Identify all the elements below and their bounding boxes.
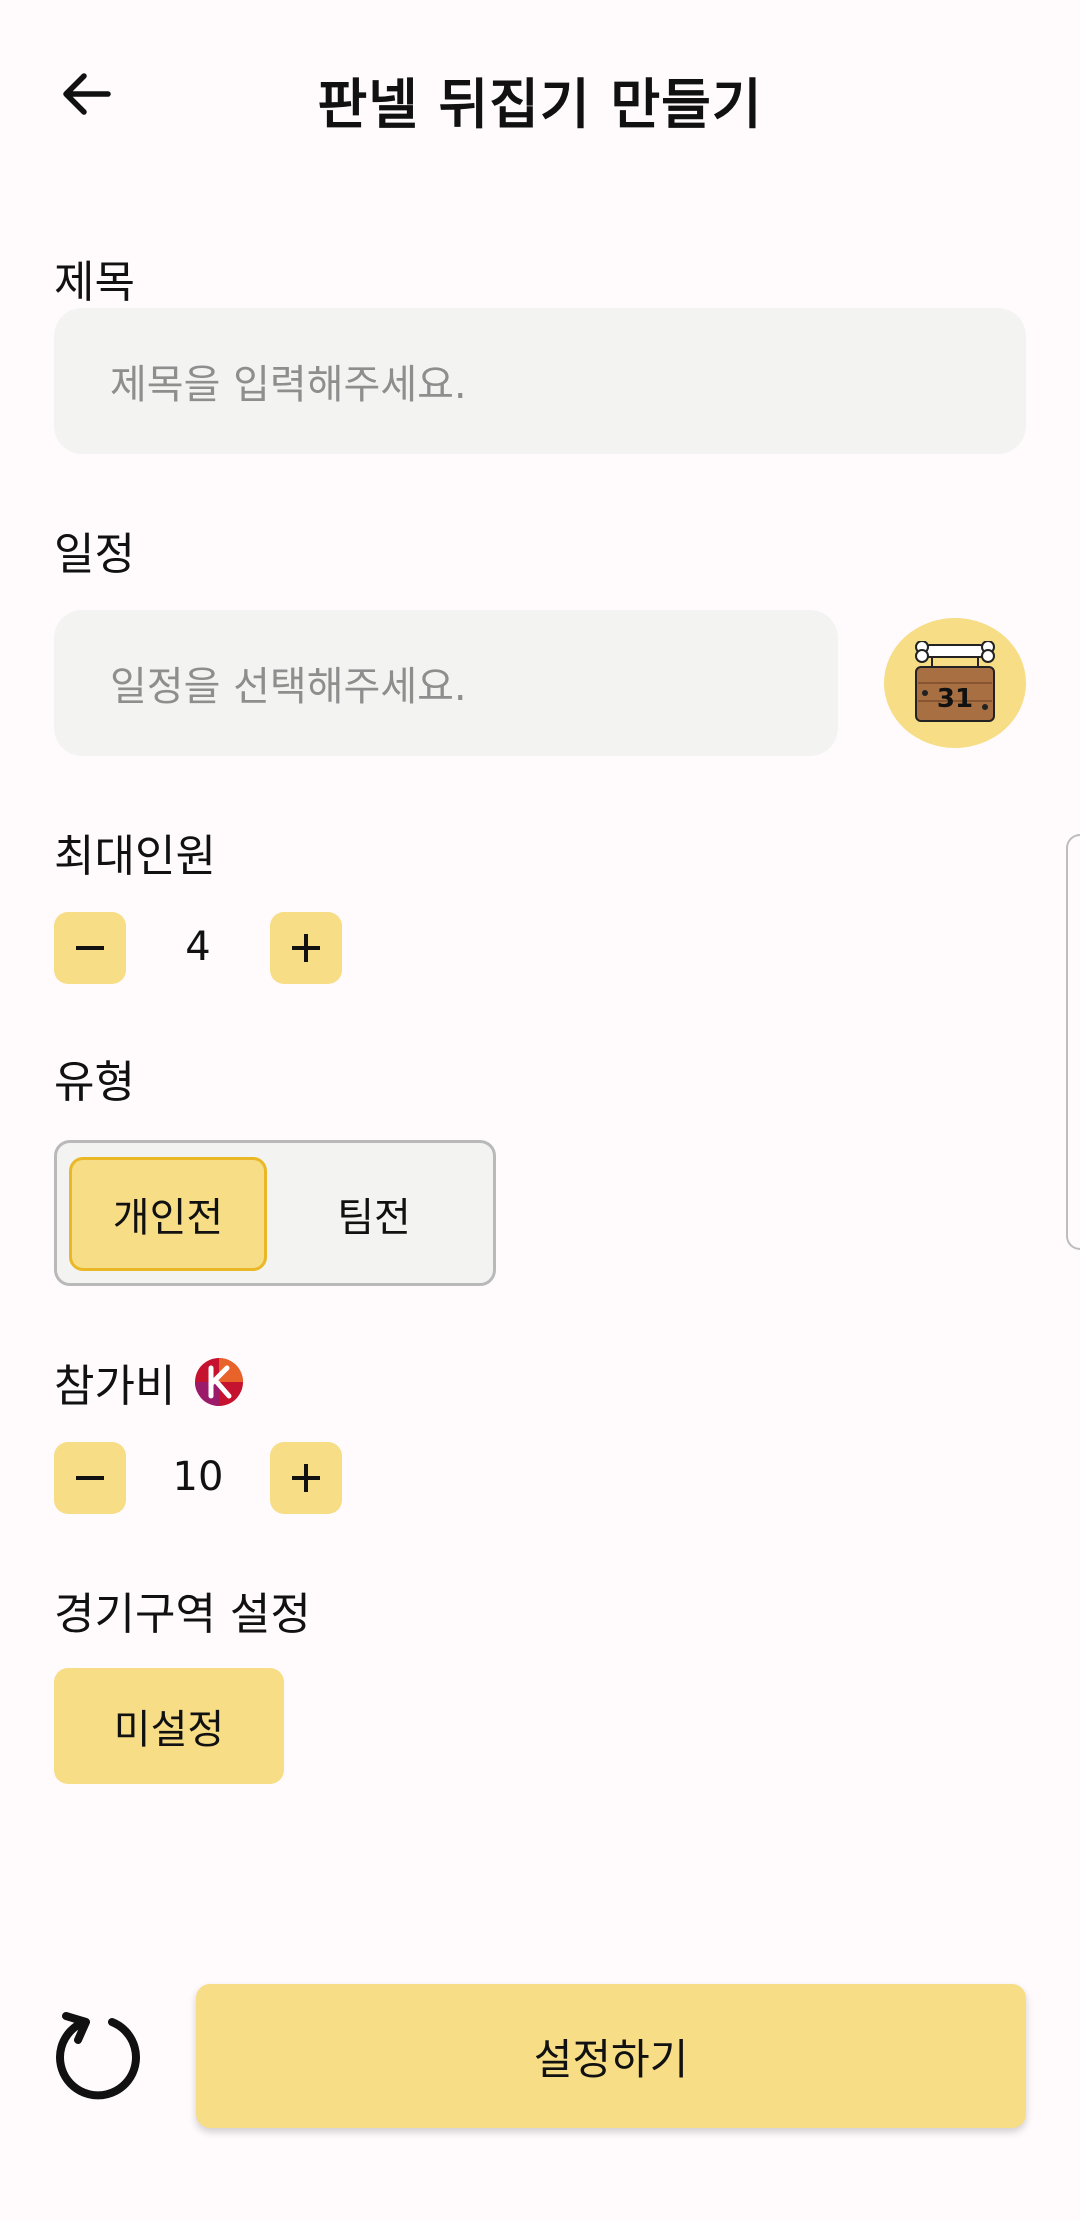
- type-segmented-control: 개인전 팀전: [54, 1140, 496, 1286]
- plus-icon: [292, 934, 320, 962]
- side-drawer-handle[interactable]: [1066, 834, 1080, 1250]
- calendar-day-text: 31: [937, 684, 973, 714]
- type-option-team[interactable]: 팀전: [275, 1157, 473, 1271]
- title-label: 제목: [54, 257, 135, 308]
- fee-label: 참가비: [54, 1361, 176, 1412]
- fee-value: 10: [172, 1454, 224, 1500]
- calendar-icon: 31: [915, 641, 995, 722]
- schedule-input[interactable]: 일정을 선택해주세요.: [54, 610, 838, 756]
- plus-icon: [292, 1464, 320, 1492]
- calendar-button[interactable]: 31: [884, 618, 1026, 748]
- minus-icon: [76, 1476, 104, 1480]
- fee-decrease-button[interactable]: [54, 1442, 126, 1514]
- max-people-label: 최대인원: [54, 831, 216, 882]
- refresh-icon: [56, 2012, 140, 2100]
- fee-label-row: 참가비: [54, 1350, 245, 1414]
- schedule-placeholder: 일정을 선택해주세요.: [110, 664, 467, 710]
- max-people-increase-button[interactable]: [270, 912, 342, 984]
- zone-setting-label: 미설정: [113, 1707, 225, 1753]
- type-label: 유형: [54, 1057, 135, 1108]
- minus-icon: [76, 946, 104, 950]
- title-input[interactable]: 제목을 입력해주세요.: [54, 308, 1026, 454]
- zone-label: 경기구역 설정: [54, 1589, 311, 1640]
- schedule-label: 일정: [54, 529, 135, 580]
- zone-setting-button[interactable]: 미설정: [54, 1668, 284, 1784]
- page-title: 판넬 뒤집기 만들기: [317, 73, 763, 136]
- type-option-individual[interactable]: 개인전: [69, 1157, 267, 1271]
- submit-label: 설정하기: [533, 2034, 689, 2084]
- max-people-decrease-button[interactable]: [54, 912, 126, 984]
- title-placeholder: 제목을 입력해주세요.: [110, 362, 467, 408]
- reset-button[interactable]: [50, 2006, 146, 2102]
- max-people-value: 4: [185, 924, 211, 970]
- submit-button[interactable]: 설정하기: [196, 1984, 1026, 2128]
- fee-increase-button[interactable]: [270, 1442, 342, 1514]
- coin-k-icon: [195, 1358, 244, 1406]
